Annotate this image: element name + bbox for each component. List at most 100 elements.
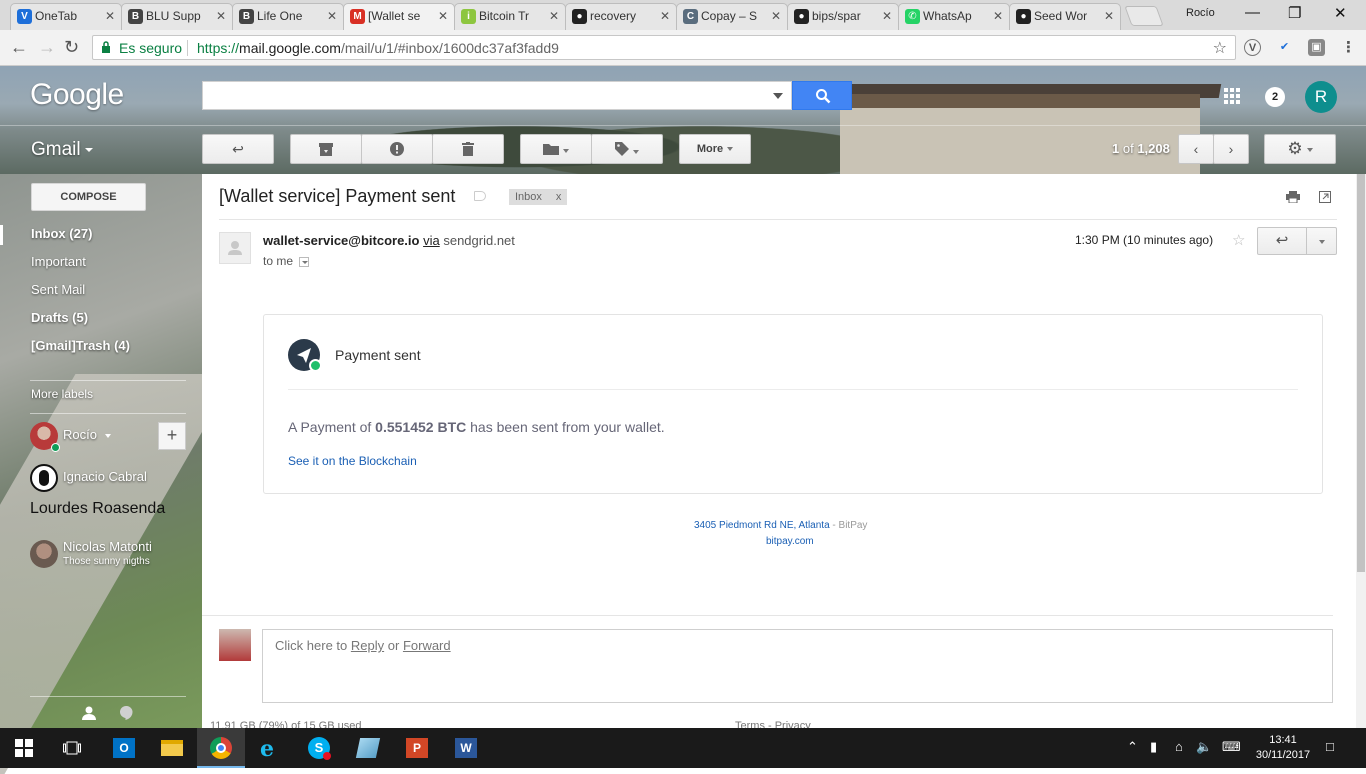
bookmark-star-icon[interactable]: ☆: [1213, 38, 1227, 58]
onetab-extension-icon[interactable]: ✔: [1276, 39, 1293, 56]
action-center-icon[interactable]: □: [1326, 739, 1334, 754]
minimize-icon[interactable]: —: [1245, 4, 1260, 21]
contact-name[interactable]: Nicolas Matonti: [63, 539, 152, 554]
nav-trash[interactable]: [Gmail]Trash (4): [31, 338, 130, 353]
older-button[interactable]: ›: [1213, 134, 1249, 164]
nav-inbox[interactable]: Inbox (27): [31, 226, 92, 241]
browser-tab[interactable]: ✆ WhatsAp ✕: [898, 3, 1010, 30]
close-tab-icon[interactable]: ✕: [1104, 4, 1114, 29]
wifi-icon[interactable]: ⌂: [1175, 739, 1183, 754]
close-tab-icon[interactable]: ✕: [216, 4, 226, 29]
print-icon[interactable]: [1286, 191, 1300, 203]
close-tab-icon[interactable]: ✕: [660, 4, 670, 29]
account-avatar[interactable]: R: [1305, 81, 1337, 113]
outlook-taskbar-icon[interactable]: O: [100, 728, 148, 768]
close-tab-icon[interactable]: ✕: [105, 4, 115, 29]
chevron-up-icon[interactable]: ⌃: [1127, 739, 1138, 755]
contact-name[interactable]: Ignacio Cabral: [63, 469, 147, 484]
search-input[interactable]: [202, 81, 792, 110]
delete-button[interactable]: [432, 134, 504, 164]
volume-icon[interactable]: 🔈: [1196, 739, 1212, 755]
forward-arrow-icon[interactable]: →: [38, 37, 56, 58]
internet-explorer-taskbar-icon[interactable]: e: [246, 728, 294, 768]
reply-link[interactable]: Reply: [351, 638, 384, 653]
show-details-icon[interactable]: [299, 256, 310, 267]
search-options-icon[interactable]: [773, 93, 783, 99]
avatar[interactable]: [30, 464, 58, 492]
hangouts-me[interactable]: Rocío: [63, 427, 111, 442]
hangouts-quote-icon[interactable]: [119, 706, 133, 720]
close-tab-icon[interactable]: ✕: [771, 4, 781, 29]
labels-button[interactable]: [591, 134, 663, 164]
start-button[interactable]: [0, 728, 48, 768]
new-window-icon[interactable]: [1319, 191, 1331, 203]
nav-sent-mail[interactable]: Sent Mail: [31, 282, 85, 297]
forward-link[interactable]: Forward: [403, 638, 451, 653]
scrollbar[interactable]: [1356, 174, 1366, 728]
move-to-button[interactable]: [520, 134, 592, 164]
browser-tab[interactable]: ● recovery ✕: [565, 3, 677, 30]
word-taskbar-icon[interactable]: W: [442, 728, 490, 768]
browser-tab[interactable]: B BLU Supp ✕: [121, 3, 233, 30]
apps-grid-icon[interactable]: [1224, 88, 1240, 104]
close-tab-icon[interactable]: ✕: [438, 4, 448, 29]
keyboard-icon[interactable]: ⌨: [1222, 739, 1241, 755]
search-button[interactable]: [792, 81, 852, 110]
browser-tab[interactable]: i Bitcoin Tr ✕: [454, 3, 566, 30]
compose-button[interactable]: COMPOSE: [31, 183, 146, 211]
person-icon[interactable]: [82, 706, 96, 720]
skype-taskbar-icon[interactable]: S: [295, 728, 343, 768]
report-spam-button[interactable]: [361, 134, 433, 164]
powerpoint-taskbar-icon[interactable]: P: [393, 728, 441, 768]
star-icon[interactable]: ☆: [1232, 231, 1245, 249]
avatar[interactable]: [30, 540, 58, 568]
settings-button[interactable]: ⚙: [1264, 134, 1336, 164]
close-tab-icon[interactable]: ✕: [327, 4, 337, 29]
new-tab-button[interactable]: [1124, 6, 1164, 26]
profile-name[interactable]: Rocío: [1186, 7, 1215, 19]
cast-extension-icon[interactable]: ▣: [1308, 39, 1325, 56]
close-tab-icon[interactable]: ✕: [549, 4, 559, 29]
importance-marker-icon[interactable]: [474, 191, 486, 201]
close-tab-icon[interactable]: ✕: [993, 4, 1003, 29]
back-to-inbox-button[interactable]: ↩: [202, 134, 274, 164]
url-text[interactable]: https://mail.google.com/mail/u/1/#inbox/…: [197, 40, 559, 56]
blockchain-link[interactable]: See it on the Blockchain: [288, 454, 417, 468]
google-logo[interactable]: Google: [30, 78, 124, 112]
archive-button[interactable]: [290, 134, 362, 164]
task-view-button[interactable]: [48, 728, 96, 768]
close-window-icon[interactable]: ✕: [1334, 4, 1347, 22]
file-explorer-taskbar-icon[interactable]: [148, 728, 196, 768]
browser-tab[interactable]: C Copay – S ✕: [676, 3, 788, 30]
browser-tab[interactable]: V OneTab ✕: [10, 3, 122, 30]
via-link[interactable]: via: [423, 233, 440, 248]
app-taskbar-icon[interactable]: [344, 728, 392, 768]
back-arrow-icon[interactable]: ←: [10, 37, 28, 58]
close-tab-icon[interactable]: ✕: [882, 4, 892, 29]
nav-drafts[interactable]: Drafts (5): [31, 310, 88, 325]
browser-tab[interactable]: ● bips/spar ✕: [787, 3, 899, 30]
gmail-menu[interactable]: Gmail: [31, 139, 93, 161]
more-labels-link[interactable]: More labels: [31, 387, 93, 401]
chrome-taskbar-icon[interactable]: [197, 728, 245, 768]
browser-tab[interactable]: M [Wallet se ✕: [343, 3, 455, 30]
menu-dots-icon[interactable]: ⋮: [1340, 39, 1357, 56]
reload-icon[interactable]: ↻: [64, 37, 79, 58]
battery-icon[interactable]: ▮: [1150, 739, 1157, 755]
new-hangout-button[interactable]: +: [158, 422, 186, 450]
sender-email[interactable]: wallet-service@bitcore.io: [263, 233, 419, 248]
contact-name[interactable]: Lourdes Roasenda: [30, 500, 165, 518]
more-reply-options-button[interactable]: [1306, 227, 1337, 255]
taskbar-clock[interactable]: 13:41 30/11/2017: [1253, 733, 1313, 763]
reply-button[interactable]: ↩: [1257, 227, 1307, 255]
browser-tab[interactable]: ● Seed Wor ✕: [1009, 3, 1121, 30]
restore-icon[interactable]: ❐: [1288, 4, 1301, 22]
remove-label-icon[interactable]: x: [556, 191, 562, 203]
notifications-badge[interactable]: 2: [1265, 87, 1285, 107]
address-bar[interactable]: Es seguro https://mail.google.com/mail/u…: [92, 35, 1236, 60]
browser-tab[interactable]: B Life One ✕: [232, 3, 344, 30]
newer-button[interactable]: ‹: [1178, 134, 1214, 164]
nav-important[interactable]: Important: [31, 254, 86, 269]
company-site-link[interactable]: bitpay.com: [766, 536, 814, 547]
v-extension-icon[interactable]: V: [1244, 39, 1261, 56]
